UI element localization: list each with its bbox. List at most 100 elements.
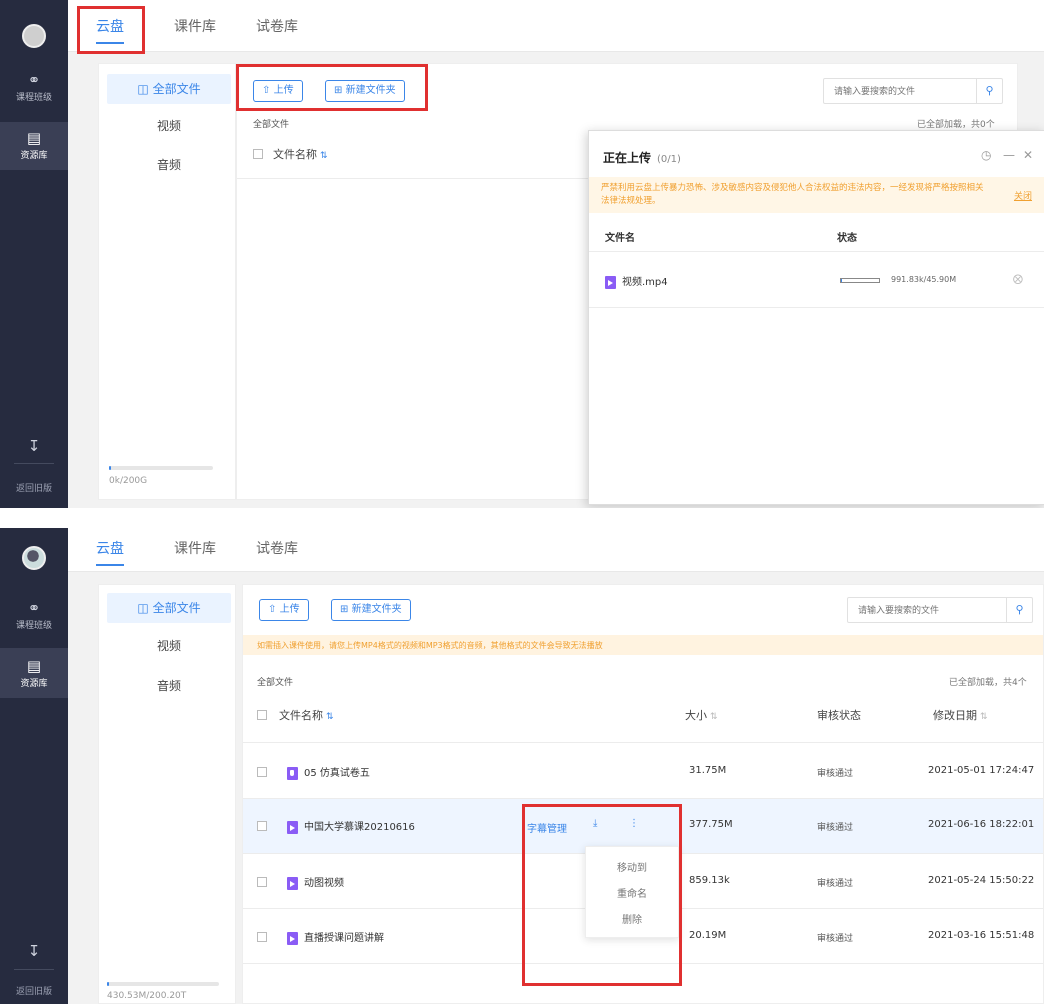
rail-divider [14,463,54,464]
cancel-upload-icon[interactable]: ⨂ [1013,274,1023,285]
close-icon[interactable]: ✕ [1023,148,1033,162]
upload-warning: 严禁利用云盘上传暴力恐怖、涉及敏感内容及侵犯他人合法权益的违法内容，一经发现将严… [589,177,1044,213]
select-all-checkbox[interactable] [257,710,267,720]
popup-row-divider [589,307,1044,308]
tab-cloud-disk[interactable]: 云盘 [96,538,124,566]
popup-col-status: 状态 [837,233,857,244]
screenshot-file-list: ⚭ 课程班级 ▤ 资源库 ↧ 返回旧版 云盘 课件库 试卷库 ◫ 全部文件 视频… [0,528,1044,1004]
cell-modified: 2021-03-16 15:51:48 [928,930,1035,941]
cell-modified: 2021-06-16 18:22:01 [928,819,1035,830]
storage-quota-bar [107,982,219,986]
storage-quota-text: 0k/200G [109,476,148,486]
screenshot-upload-in-progress: ⚭ 课程班级 ▤ 资源库 ↧ 返回旧版 云盘 课件库 试卷库 ◫ 全部文件 视频… [0,0,1044,508]
sidebar-panel: ◫ 全部文件 视频 音频 0k/200G [98,63,236,500]
highlight-box-tab [77,6,145,54]
column-header-filename[interactable]: 文件名称 ⇅ [279,707,334,723]
new-folder-button[interactable]: ⊞ 新建文件夹 [331,599,411,621]
nav-course-class[interactable]: ⚭ 课程班级 [0,600,68,631]
popup-col-filename: 文件名 [605,233,635,244]
sidebar-item-video[interactable]: 视频 [107,111,231,141]
avatar[interactable] [22,24,46,48]
upload-progress-text: 991.83k/45.90M [891,275,957,284]
sort-icon: ⇅ [710,712,718,722]
cell-review: 审核通过 [817,823,854,833]
row-checkbox[interactable] [257,767,267,777]
search-icon[interactable]: ⚲ [976,79,1002,103]
cell-review: 审核通过 [817,934,854,944]
column-header-review: 审核状态 [817,709,861,722]
video-file-icon [287,820,298,834]
back-to-old-version[interactable]: 返回旧版 [0,984,68,997]
upload-button[interactable]: ⇧ 上传 [259,599,309,621]
table-row[interactable]: 动图视频 [287,874,344,890]
sidebar-item-audio[interactable]: 音频 [107,671,231,701]
nav-resource-library[interactable]: ▤ 资源库 [0,648,68,698]
download-icon[interactable]: ↧ [0,437,68,455]
help-icon[interactable]: ◷ [981,148,991,162]
storage-quota-bar [109,466,213,470]
cell-review: 审核通过 [817,769,854,779]
cell-size: 20.19M [689,930,727,941]
left-rail: ⚭ 课程班级 ▤ 资源库 ↧ 返回旧版 [0,528,68,1004]
tab-courseware[interactable]: 课件库 [174,16,216,36]
table-row[interactable]: 直播授课问题讲解 [287,929,384,945]
video-file-icon [605,275,616,289]
search-icon[interactable]: ⚲ [1006,598,1032,622]
highlight-box-toolbar [236,64,428,111]
folder-icon: ◫ [137,601,149,615]
sort-icon: ⇅ [326,712,334,722]
sidebar-item-all-files[interactable]: ◫ 全部文件 [107,593,231,623]
cell-modified: 2021-05-01 17:24:47 [928,765,1035,776]
column-header-filename[interactable]: 文件名称 ⇅ [273,146,328,162]
library-icon: ▤ [26,129,42,147]
cell-size: 31.75M [689,765,727,776]
back-to-old-version[interactable]: 返回旧版 [0,481,68,494]
warning-close-link[interactable]: 关闭 [1014,189,1032,202]
cell-review: 审核通过 [817,879,854,889]
table-row[interactable]: 中国大学慕课20210616 [287,818,415,834]
audio-file-icon [287,766,298,780]
search-box: ⚲ [847,597,1033,623]
top-tabs: 云盘 课件库 试卷库 [68,0,1044,52]
row-checkbox[interactable] [257,821,267,831]
minimize-icon[interactable]: — [1003,148,1015,162]
nav-resource-library[interactable]: ▤ 资源库 [0,122,68,170]
people-icon: ⚭ [27,599,41,617]
column-header-modified[interactable]: 修改日期 ⇅ [933,707,988,723]
select-all-checkbox[interactable] [253,149,263,159]
upload-progress-bar [840,278,880,283]
left-rail: ⚭ 课程班级 ▤ 资源库 ↧ 返回旧版 [0,0,68,508]
highlight-box-actions [522,804,682,986]
video-file-icon [287,931,298,945]
header-divider [237,178,589,179]
tab-exam[interactable]: 试卷库 [256,16,298,36]
loaded-status: 已全部加载，共4个 [949,678,1027,688]
header-divider [243,742,1043,743]
sidebar-item-all-files[interactable]: ◫ 全部文件 [107,74,231,104]
tab-courseware[interactable]: 课件库 [174,538,216,558]
search-input[interactable] [824,80,964,104]
people-icon: ⚭ [27,71,41,89]
upload-popup-title: 正在上传 (0/1) [603,151,681,165]
loaded-status: 已全部加载，共0个 [917,120,995,130]
nav-course-class[interactable]: ⚭ 课程班级 [0,72,68,103]
rail-divider [14,969,54,970]
storage-quota-text: 430.53M/200.20T [107,991,187,1001]
cell-modified: 2021-05-24 15:50:22 [928,875,1035,886]
row-checkbox[interactable] [257,877,267,887]
screenshot-separator [0,508,1044,528]
table-row[interactable]: 05 仿真试卷五 [287,764,370,780]
download-icon[interactable]: ↧ [0,942,68,960]
breadcrumb[interactable]: 全部文件 [253,117,289,130]
avatar[interactable] [22,546,46,570]
tab-exam[interactable]: 试卷库 [256,538,298,558]
row-checkbox[interactable] [257,932,267,942]
cell-size: 859.13k [689,875,730,886]
upload-file-row: 视频.mp4 [605,273,668,289]
column-header-size[interactable]: 大小 ⇅ [685,707,718,723]
sidebar-item-audio[interactable]: 音频 [107,150,231,180]
breadcrumb[interactable]: 全部文件 [257,675,293,688]
sort-icon: ⇅ [320,151,328,161]
sidebar-item-video[interactable]: 视频 [107,631,231,661]
search-input[interactable] [848,599,988,623]
